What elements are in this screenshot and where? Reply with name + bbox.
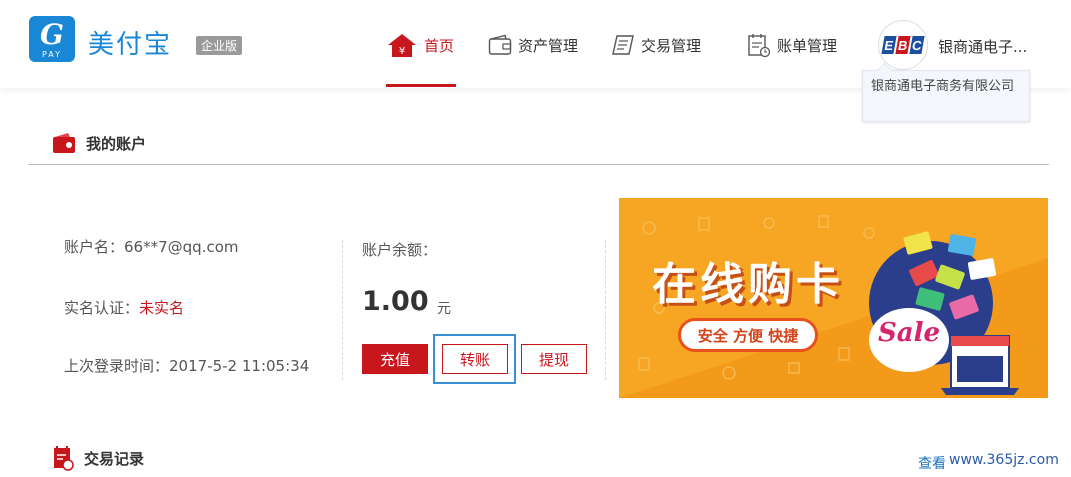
view-more-link[interactable]: 查看 <box>918 453 946 473</box>
dashed-divider-left <box>342 240 343 380</box>
verification-label: 实名认证： <box>64 299 140 317</box>
dashed-divider-right <box>605 240 606 380</box>
ebc-letter-c: C <box>909 36 925 54</box>
verification-status[interactable]: 未实名 <box>139 299 184 317</box>
last-login-value: 2017-5-2 11:05:34 <box>169 357 310 375</box>
nav-home-label: 首页 <box>424 36 455 55</box>
home-icon: ¥ <box>388 34 416 57</box>
brand-name[interactable]: 美付宝 <box>88 24 172 61</box>
balance-unit: 元 <box>437 301 451 317</box>
nav-active-indicator <box>386 84 456 87</box>
section-divider <box>28 164 1049 165</box>
company-name-menu[interactable]: 银商通电子... <box>938 36 1027 57</box>
logo-glyph: G <box>40 18 64 51</box>
last-login-row: 上次登录时间：2017-5-2 11:05:34 <box>64 355 309 376</box>
my-account-title: 我的账户 <box>52 132 146 154</box>
verification-row: 实名认证：未实名 <box>64 297 184 318</box>
my-account-label: 我的账户 <box>86 134 147 153</box>
balance-amount: 1.00 <box>362 286 429 317</box>
transactions-title: 交易记录 <box>52 445 144 471</box>
account-name-row: 账户名：66**7@qq.com <box>64 236 239 257</box>
logo-pay-text: PAY <box>41 50 63 59</box>
brand-logo[interactable]: G PAY <box>29 16 75 62</box>
edition-badge: 企业版 <box>196 36 243 55</box>
banner-title: 在线购卡 <box>652 259 844 310</box>
receipt-red-icon <box>54 446 74 471</box>
banner-sale-text: Sale <box>877 318 941 348</box>
last-login-label: 上次登录时间： <box>64 357 170 375</box>
watermark-text: www.365jz.com <box>949 452 1059 468</box>
company-avatar[interactable]: E B C <box>878 20 928 70</box>
company-name-tooltip: 银商通电子商务有限公司 <box>862 70 1030 122</box>
ebc-letter-b: B <box>895 36 911 54</box>
wallet-icon <box>488 34 512 55</box>
nav-assets-label: 资产管理 <box>518 36 579 55</box>
balance-label: 账户余额： <box>362 241 438 259</box>
nav-transactions-label: 交易管理 <box>641 36 702 55</box>
account-name-label: 账户名： <box>64 238 125 256</box>
notebook-icon <box>612 35 634 55</box>
withdraw-button[interactable]: 提现 <box>521 344 587 374</box>
transfer-button[interactable]: 转账 <box>442 344 508 374</box>
nav-assets[interactable]: 资产管理 <box>488 30 578 60</box>
banner-subtitle: 安全 方便 快捷 <box>678 318 818 352</box>
nav-home[interactable]: ¥ 首页 <box>386 30 454 60</box>
ebc-letter-e: E <box>881 36 897 54</box>
nav-bills[interactable]: 账单管理 <box>747 30 837 60</box>
recharge-button[interactable]: 充值 <box>362 344 428 374</box>
wallet-red-icon <box>53 133 75 153</box>
transactions-label: 交易记录 <box>84 449 145 468</box>
bill-icon <box>748 34 771 57</box>
nav-bills-label: 账单管理 <box>777 36 838 55</box>
svg-text:¥: ¥ <box>399 46 405 57</box>
nav-transactions[interactable]: 交易管理 <box>611 30 701 60</box>
account-name-value: 66**7@qq.com <box>124 238 239 256</box>
